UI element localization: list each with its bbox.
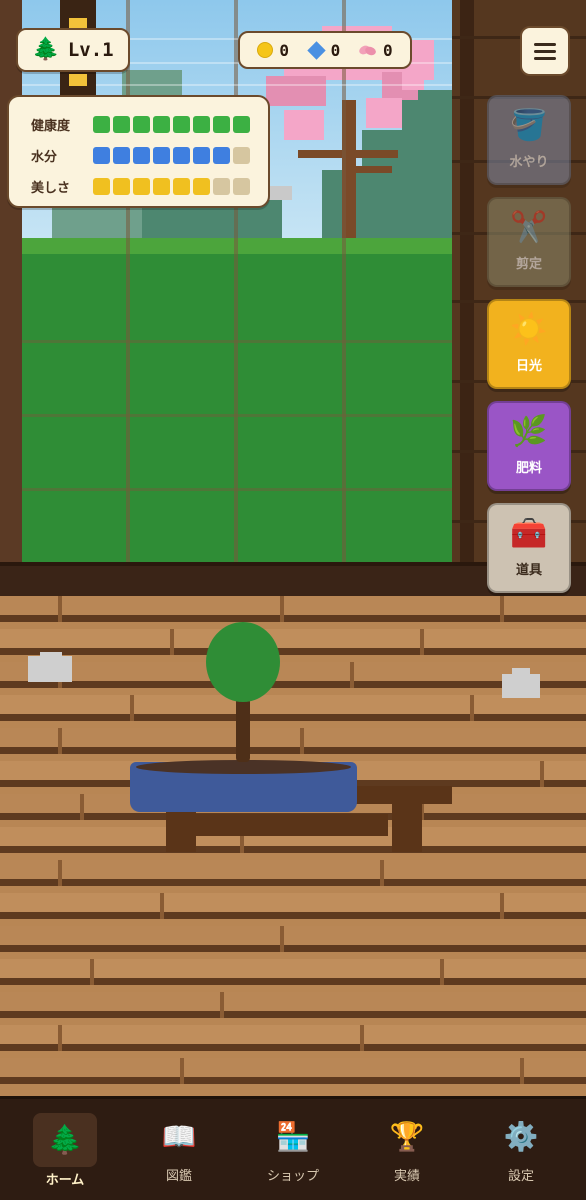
nav-home[interactable]: 🌲 ホーム xyxy=(15,1113,115,1200)
toolbox-icon: 🧰 xyxy=(510,515,548,551)
pine-tree-icon: 🌲 xyxy=(47,1123,83,1156)
meter-cell-filled xyxy=(113,178,130,195)
nav-home-label: ホーム xyxy=(45,1173,85,1188)
gem-counter: 0 xyxy=(306,40,341,60)
gear-icon: ⚙️ xyxy=(503,1120,539,1153)
stats-panel: 健康度 水分 美しさ xyxy=(7,95,270,208)
nav-settings-label: 設定 xyxy=(507,1169,534,1184)
currency-panel: 0 0 0 xyxy=(238,31,412,69)
left-wall xyxy=(0,0,22,580)
right-wall xyxy=(452,0,586,580)
water-meter xyxy=(93,147,250,164)
scissors-icon: ✂️ xyxy=(510,209,548,245)
stat-label: 水分 xyxy=(31,150,58,165)
meter-cell-filled xyxy=(213,147,230,164)
book-icon: 📖 xyxy=(161,1120,197,1153)
nav-encyclopedia[interactable]: 📖 図鑑 xyxy=(129,1117,229,1200)
meter-cell-filled xyxy=(153,116,170,133)
beauty-meter xyxy=(93,178,250,195)
meter-cell-filled xyxy=(133,178,150,195)
meter-cell-filled xyxy=(93,147,110,164)
meter-cell-filled xyxy=(213,116,230,133)
meter-cell-filled xyxy=(173,147,190,164)
bottom-nav: 🌲 ホーム 📖 図鑑 🏪 ショップ 🏆 実績 ⚙️ 設定 xyxy=(0,1096,586,1200)
trophy-icon: 🏆 xyxy=(389,1120,425,1153)
meter-cell-filled xyxy=(193,178,210,195)
stat-label: 美しさ xyxy=(31,181,71,196)
nav-shop-label: ショップ xyxy=(266,1169,319,1184)
meter-cell-empty xyxy=(233,147,250,164)
bonsai-trunk[interactable] xyxy=(236,698,250,762)
room-background xyxy=(0,0,586,580)
coin-icon xyxy=(257,42,274,58)
bench-top xyxy=(356,786,452,804)
menu-button[interactable] xyxy=(520,26,570,76)
coin-counter: 0 xyxy=(257,41,289,60)
hamburger-icon xyxy=(534,42,556,46)
herb-icon: 🌿 xyxy=(510,413,548,449)
prune-button[interactable]: ✂️ 剪定 xyxy=(487,197,571,287)
nav-settings[interactable]: ⚙️ 設定 xyxy=(471,1117,571,1200)
meter-cell-filled xyxy=(133,147,150,164)
tools-label: 道具 xyxy=(515,562,542,578)
meter-cell-empty xyxy=(213,178,230,195)
meter-cell-filled xyxy=(133,116,150,133)
meter-cell-filled xyxy=(113,147,130,164)
water-button[interactable]: 🪣 水やり xyxy=(487,95,571,185)
meter-cell-filled xyxy=(173,116,190,133)
gem-value: 0 xyxy=(330,40,341,60)
coin-value: 0 xyxy=(279,40,289,60)
gem-icon xyxy=(306,40,326,60)
stat-beauty: 美しさ xyxy=(31,171,254,202)
fertilizer-button[interactable]: 🌿 肥料 xyxy=(487,401,571,491)
floor-rock-right xyxy=(502,674,540,698)
meter-cell-filled xyxy=(173,178,190,195)
sun-button[interactable]: ☀️ 日光 xyxy=(487,299,571,389)
nav-achievements-label: 実績 xyxy=(393,1169,420,1184)
meter-cell-filled xyxy=(153,178,170,195)
sun-icon: ☀️ xyxy=(510,311,548,347)
stat-water: 水分 xyxy=(31,140,254,171)
level-label: Lv.1 xyxy=(67,39,114,61)
bucket-icon: 🪣 xyxy=(510,107,548,143)
nav-shop[interactable]: 🏪 ショップ xyxy=(243,1117,343,1200)
water-label: 水やり xyxy=(509,154,549,170)
bonsai-tree[interactable] xyxy=(206,622,280,702)
pine-tree-icon: 🌲 xyxy=(32,37,60,62)
fertilizer-label: 肥料 xyxy=(515,460,542,476)
petal-icon xyxy=(359,44,377,57)
meter-cell-filled xyxy=(93,116,110,133)
meter-cell-filled xyxy=(93,178,110,195)
meter-cell-filled xyxy=(153,147,170,164)
level-badge[interactable]: 🌲 Lv.1 xyxy=(16,28,130,72)
nav-achievements[interactable]: 🏆 実績 xyxy=(357,1117,457,1200)
nav-encyclopedia-label: 図鑑 xyxy=(165,1169,192,1184)
bench xyxy=(196,814,388,836)
prune-label: 剪定 xyxy=(515,256,542,272)
bonsai-soil xyxy=(136,760,351,774)
health-meter xyxy=(93,116,250,133)
meter-cell-filled xyxy=(233,116,250,133)
shop-icon: 🏪 xyxy=(275,1120,311,1153)
petal-counter: 0 xyxy=(359,41,393,60)
stat-health: 健康度 xyxy=(31,109,254,140)
meter-cell-empty xyxy=(233,178,250,195)
meter-cell-filled xyxy=(113,116,130,133)
meter-cell-filled xyxy=(193,116,210,133)
sun-label: 日光 xyxy=(515,358,542,374)
tools-button[interactable]: 🧰 道具 xyxy=(487,503,571,593)
wooden-floor xyxy=(0,596,586,1096)
stat-label: 健康度 xyxy=(31,119,71,134)
meter-cell-filled xyxy=(193,147,210,164)
petal-value: 0 xyxy=(383,40,393,60)
